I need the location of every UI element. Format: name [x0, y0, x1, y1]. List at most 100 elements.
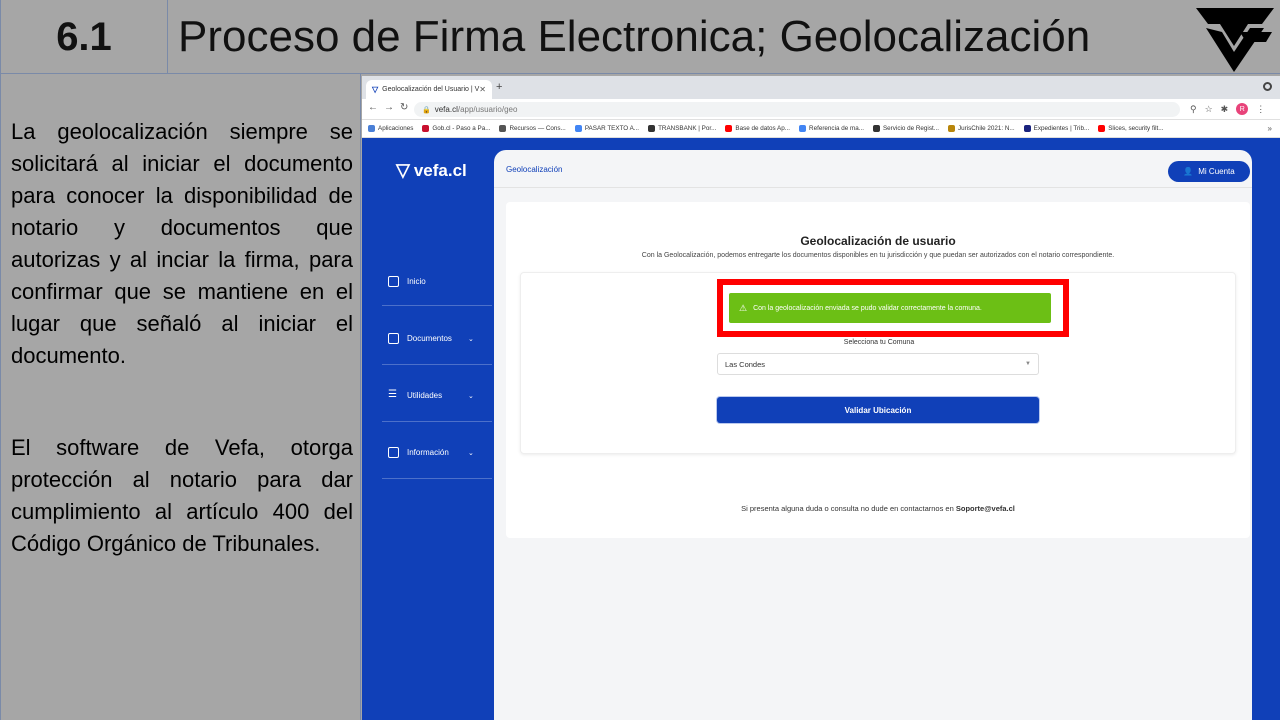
- slide: 6.1 Proceso de Firma Electronica; Geoloc…: [0, 0, 1280, 720]
- sidebar-divider: [382, 478, 492, 479]
- bookmark-label: Expedientes | Trib...: [1033, 125, 1090, 132]
- sidebar-item-informacion[interactable]: Información ⌄: [388, 447, 478, 458]
- bookmarks-bar: Aplicaciones Gob.cl - Paso a Pa... Recurso…: [362, 120, 1280, 138]
- bookmark-favicon-icon: [368, 125, 375, 132]
- bookmark-item[interactable]: Expedientes | Trib...: [1023, 125, 1090, 132]
- extensions-icon[interactable]: ✱: [1221, 104, 1229, 115]
- brand-name: vefa.cl: [413, 160, 467, 180]
- sidebar-item-utilidades[interactable]: ☰ Utilidades ⌄: [388, 390, 478, 401]
- chevron-down-icon: ⌄: [468, 449, 474, 457]
- plus-square-icon: [388, 447, 399, 458]
- bookmark-item[interactable]: Aplicaciones: [368, 125, 413, 132]
- bookmark-label: Aplicaciones: [378, 125, 414, 132]
- bookmark-label: Servicio de Regist...: [882, 125, 939, 132]
- my-account-button[interactable]: 👤 Mi Cuenta: [1168, 161, 1250, 182]
- support-text: Si presenta alguna duda o consulta no du…: [741, 504, 954, 513]
- bookmark-label: Base de datos Ap...: [735, 125, 791, 132]
- bookmark-label: Recursos — Cons...: [509, 125, 566, 132]
- sidebar-divider: [382, 305, 492, 306]
- bookmark-item[interactable]: Referencia de ma...: [799, 125, 864, 132]
- bookmark-item[interactable]: PASAR TEXTO A...: [574, 125, 640, 132]
- description-panel: La geolocalización siempre se solicitará…: [0, 74, 361, 720]
- sidebar-item-label: Documentos: [407, 334, 452, 343]
- bookmark-item[interactable]: Servicio de Regist...: [872, 125, 939, 132]
- vefa-logo: [1196, 8, 1274, 72]
- chevron-down-icon: ⌄: [468, 335, 474, 343]
- bookmark-item[interactable]: Base de datos Ap...: [725, 125, 790, 132]
- section-number: 6.1: [0, 0, 168, 74]
- bookmark-favicon-icon: [947, 125, 955, 132]
- caret-down-icon: ▼: [1025, 361, 1031, 367]
- bookmark-label: Referencia de ma...: [809, 125, 864, 132]
- browser-tab-strip: ▽ Geolocalización del Usuario | V ✕ +: [362, 76, 1280, 99]
- bookmark-label: Gob.cl - Paso a Pa...: [432, 125, 491, 132]
- navigation-buttons[interactable]: ←→↻: [368, 102, 414, 113]
- tab-title: Geolocalización del Usuario | V: [382, 86, 480, 93]
- close-icon[interactable]: ✕: [479, 85, 486, 94]
- bookmark-favicon-icon: [799, 125, 807, 132]
- bookmark-favicon-icon: [648, 125, 656, 132]
- alert-text: Con la geolocalización enviada se pudo v…: [753, 304, 982, 312]
- support-note: Si presenta alguna duda o consulta no du…: [506, 504, 1250, 513]
- bookmark-label: JurisChile 2021: N...: [957, 125, 1015, 132]
- main-content: Geolocalización 👤 Mi Cuenta Geolocalizac…: [494, 150, 1252, 720]
- browser-toolbar: ←→↻ 🔒 vefa.cl/app/usuario/geo ⚲ ☆ ✱ R ⋮: [362, 99, 1280, 120]
- sidebar-item-inicio[interactable]: Inicio: [388, 276, 478, 287]
- app-brand[interactable]: ▽ vefa.cl: [396, 160, 467, 181]
- more-options-icon[interactable]: ⋮: [1256, 104, 1265, 115]
- account-label: Mi Cuenta: [1198, 167, 1235, 176]
- bookmark-favicon-icon: [872, 125, 880, 132]
- new-tab-icon[interactable]: +: [496, 81, 502, 93]
- url-domain: vefa.cl: [434, 105, 458, 114]
- geolocation-form: ⚠ Con la geolocalización enviada se pudo…: [520, 272, 1236, 454]
- url-path: /app/usuario/geo: [457, 105, 518, 114]
- warning-icon: ⚠: [739, 302, 748, 313]
- chevron-down-icon: ⌄: [468, 392, 474, 400]
- browser-tab[interactable]: ▽ Geolocalización del Usuario | V ✕: [366, 80, 492, 99]
- bookmark-label: Slices, security filt...: [1108, 125, 1164, 132]
- browser-screenshot: ▽ Geolocalización del Usuario | V ✕ + ←→…: [362, 76, 1280, 720]
- location-pin-icon[interactable]: ⚲: [1190, 104, 1197, 115]
- bookmark-favicon-icon: [574, 125, 582, 132]
- bookmark-item[interactable]: Gob.cl - Paso a Pa...: [422, 125, 490, 132]
- profile-avatar[interactable]: R: [1236, 103, 1249, 115]
- support-email-link[interactable]: Soporte@vefa.cl: [956, 504, 1015, 513]
- bookmark-item[interactable]: JurisChile 2021: N...: [947, 125, 1015, 132]
- comuna-select[interactable]: Las Condes ▼: [717, 353, 1039, 375]
- top-bar: Geolocalización 👤 Mi Cuenta: [494, 150, 1252, 188]
- sidebar-divider: [382, 421, 492, 422]
- bookmarks-overflow-icon[interactable]: »: [1268, 124, 1272, 133]
- vefa-app: ▽ vefa.cl Inicio Documentos ⌄ ☰ Utilidad…: [362, 138, 1280, 720]
- sidebar-item-label: Información: [407, 448, 449, 457]
- vefa-v-icon: ▽: [396, 160, 410, 180]
- toolbar-actions: ⚲ ☆ ✱ R ⋮: [1190, 103, 1265, 115]
- list-icon: ☰: [388, 389, 397, 400]
- comuna-label: Selecciona tu Comuna: [843, 339, 915, 346]
- bookmark-item[interactable]: Slices, security filt...: [1098, 125, 1164, 132]
- breadcrumb[interactable]: Geolocalización: [506, 165, 562, 174]
- browser-menu-icon[interactable]: [1263, 82, 1272, 91]
- home-icon: [388, 276, 399, 287]
- archive-icon: [388, 333, 399, 344]
- star-icon[interactable]: ☆: [1205, 104, 1213, 115]
- sidebar-item-documentos[interactable]: Documentos ⌄: [388, 333, 478, 344]
- card-title: Geolocalización de usuario: [800, 234, 956, 248]
- slide-title: Proceso de Firma Electronica; Geolocaliz…: [178, 12, 1091, 61]
- user-icon: 👤: [1183, 167, 1194, 176]
- title-bar: 6.1 Proceso de Firma Electronica; Geoloc…: [0, 0, 1280, 74]
- bookmark-favicon-icon: [499, 125, 507, 132]
- sidebar-item-label: Inicio: [407, 277, 426, 286]
- address-bar[interactable]: 🔒 vefa.cl/app/usuario/geo: [414, 102, 1180, 117]
- bookmark-item[interactable]: TRANSBANK | Por...: [648, 125, 716, 132]
- bookmark-item[interactable]: Recursos — Cons...: [499, 125, 566, 132]
- validate-location-button[interactable]: Validar Ubicación: [717, 397, 1039, 423]
- sidebar-item-label: Utilidades: [407, 391, 443, 400]
- bookmark-favicon-icon: [422, 125, 430, 132]
- select-value: Las Condes: [725, 359, 766, 369]
- description-paragraph-1: La geolocalización siempre se solicitará…: [11, 119, 353, 368]
- bookmark-favicon-icon: [1098, 125, 1106, 132]
- bookmark-label: PASAR TEXTO A...: [584, 125, 640, 132]
- bookmark-favicon-icon: [1023, 125, 1031, 132]
- vefa-favicon-icon: ▽: [372, 85, 379, 94]
- bookmark-label: TRANSBANK | Por...: [658, 125, 717, 132]
